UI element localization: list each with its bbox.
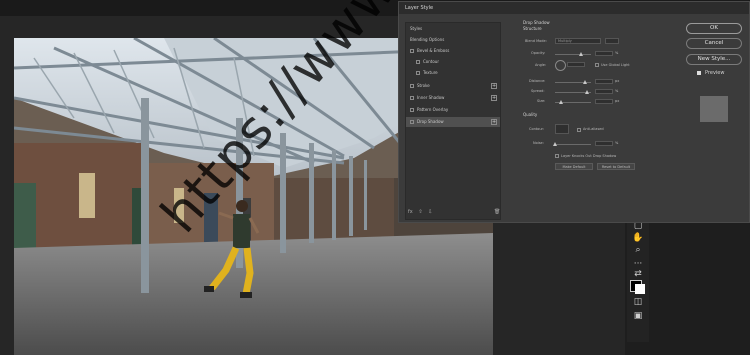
spread-label: Spread: (531, 89, 545, 93)
dialog-title: Layer Style (399, 2, 749, 14)
fx-icon[interactable]: fx (408, 209, 413, 215)
opacity-label: Opacity: (531, 51, 546, 55)
new-style-button[interactable]: New Style... (686, 54, 742, 65)
move-up-icon[interactable]: ⇧ (418, 209, 422, 215)
distance-value[interactable] (595, 79, 613, 84)
opacity-value[interactable] (595, 51, 613, 56)
trash-icon[interactable]: 🗑 (494, 209, 500, 215)
size-knob[interactable] (559, 100, 563, 104)
distance-unit: px (615, 79, 620, 83)
noise-value[interactable] (595, 141, 613, 146)
anti-aliased-label: Anti-aliased (583, 127, 604, 131)
anti-aliased-checkbox[interactable] (577, 128, 581, 132)
cancel-button[interactable]: Cancel (686, 38, 742, 49)
reset-default-button[interactable]: Reset to Default (597, 163, 635, 170)
checkbox[interactable] (416, 71, 420, 75)
swap-icon[interactable]: ⇄ (631, 268, 645, 280)
angle-dial[interactable] (555, 60, 566, 71)
hand-icon[interactable]: ✋ (631, 232, 645, 244)
shadow-color-swatch[interactable] (605, 38, 619, 44)
preview-checkbox[interactable] (697, 71, 701, 75)
angle-label: Angle: (535, 63, 547, 67)
blending-options[interactable]: Blending Options (410, 35, 444, 45)
quality-title: Quality (523, 112, 538, 117)
checkbox[interactable] (416, 60, 420, 64)
noise-knob[interactable] (553, 142, 557, 146)
style-item-label: Inner Shadow (417, 95, 445, 100)
style-item-texture[interactable]: Texture (406, 68, 500, 78)
list-footer: fx ⇧ ⇩ 🗑 (408, 209, 500, 219)
add-icon[interactable]: + (491, 83, 497, 89)
opacity-unit: % (615, 51, 619, 55)
size-unit: px (615, 99, 620, 103)
style-item-label: Bevel & Emboss (417, 48, 450, 53)
style-item-inner-shadow[interactable]: Inner Shadow + (406, 93, 500, 103)
style-item-bevel[interactable]: Bevel & Emboss (406, 46, 500, 56)
knocks-out-checkbox[interactable] (555, 154, 559, 158)
angle-value[interactable] (567, 62, 585, 67)
checkbox[interactable] (410, 84, 414, 88)
style-item-label: Stroke (417, 83, 430, 88)
style-item-contour[interactable]: Contour (406, 57, 500, 67)
style-item-label: Drop Shadow (417, 119, 444, 124)
screen-mode-icon[interactable]: ▣ (631, 310, 645, 322)
styles-heading[interactable]: Styles (410, 24, 422, 34)
style-item-label: Pattern Overlay (417, 107, 449, 112)
add-icon[interactable]: + (491, 119, 497, 125)
checkbox[interactable] (410, 96, 414, 100)
global-light-checkbox[interactable] (595, 63, 599, 67)
blend-mode-select[interactable]: Multiply (555, 38, 601, 44)
make-default-button[interactable]: Make Default (555, 163, 593, 170)
drop-shadow-panel: Drop Shadow Structure Blend Mode: Multip… (505, 20, 665, 220)
opacity-slider[interactable] (555, 54, 591, 55)
noise-label: Noise: (533, 141, 544, 145)
spread-value[interactable] (595, 89, 613, 94)
size-value[interactable] (595, 99, 613, 104)
contour-label: Contour: (529, 127, 545, 131)
distance-label: Distance: (529, 79, 546, 83)
opacity-knob[interactable] (579, 52, 583, 56)
preview-swatch (700, 96, 728, 122)
contour-picker[interactable] (555, 124, 569, 134)
add-icon[interactable]: + (491, 95, 497, 101)
size-label: Size: (537, 99, 546, 103)
distance-knob[interactable] (583, 80, 587, 84)
noise-slider[interactable] (555, 144, 591, 145)
layer-style-dialog: Layer Style Styles Blending Options Beve… (398, 1, 750, 223)
photoshop-app: ▢ ✋ ⌕ ··· ⇄ ◫ ▣ Layer Style Styles Blend… (0, 0, 750, 355)
checkbox[interactable] (410, 120, 414, 124)
move-down-icon[interactable]: ⇩ (428, 209, 432, 215)
styles-list: Styles Blending Options Bevel & Emboss C… (405, 22, 501, 220)
structure-title: Structure (523, 26, 542, 31)
spread-knob[interactable] (585, 90, 589, 94)
checkbox[interactable] (410, 49, 414, 53)
tools-panel: ▢ ✋ ⌕ ··· ⇄ ◫ ▣ (627, 212, 649, 342)
style-item-drop-shadow[interactable]: Drop Shadow + (406, 117, 500, 127)
knocks-out-label: Layer Knocks Out Drop Shadow (561, 154, 617, 158)
mask-icon[interactable]: ◫ (631, 296, 645, 308)
zoom-icon[interactable]: ⌕ (631, 244, 645, 256)
style-item-label: Texture (423, 70, 438, 75)
global-light-label: Use Global Light (601, 63, 630, 67)
blend-mode-label: Blend Mode: (525, 39, 547, 43)
checkbox[interactable] (410, 108, 414, 112)
spread-unit: % (615, 89, 619, 93)
style-item-stroke[interactable]: Stroke + (406, 81, 500, 91)
ok-button[interactable]: OK (686, 23, 742, 34)
noise-unit: % (615, 141, 619, 145)
preview-label: Preview (705, 70, 725, 76)
style-item-pattern-overlay[interactable]: Pattern Overlay (406, 105, 500, 115)
background-color[interactable] (635, 284, 645, 294)
style-item-label: Contour (423, 59, 439, 64)
